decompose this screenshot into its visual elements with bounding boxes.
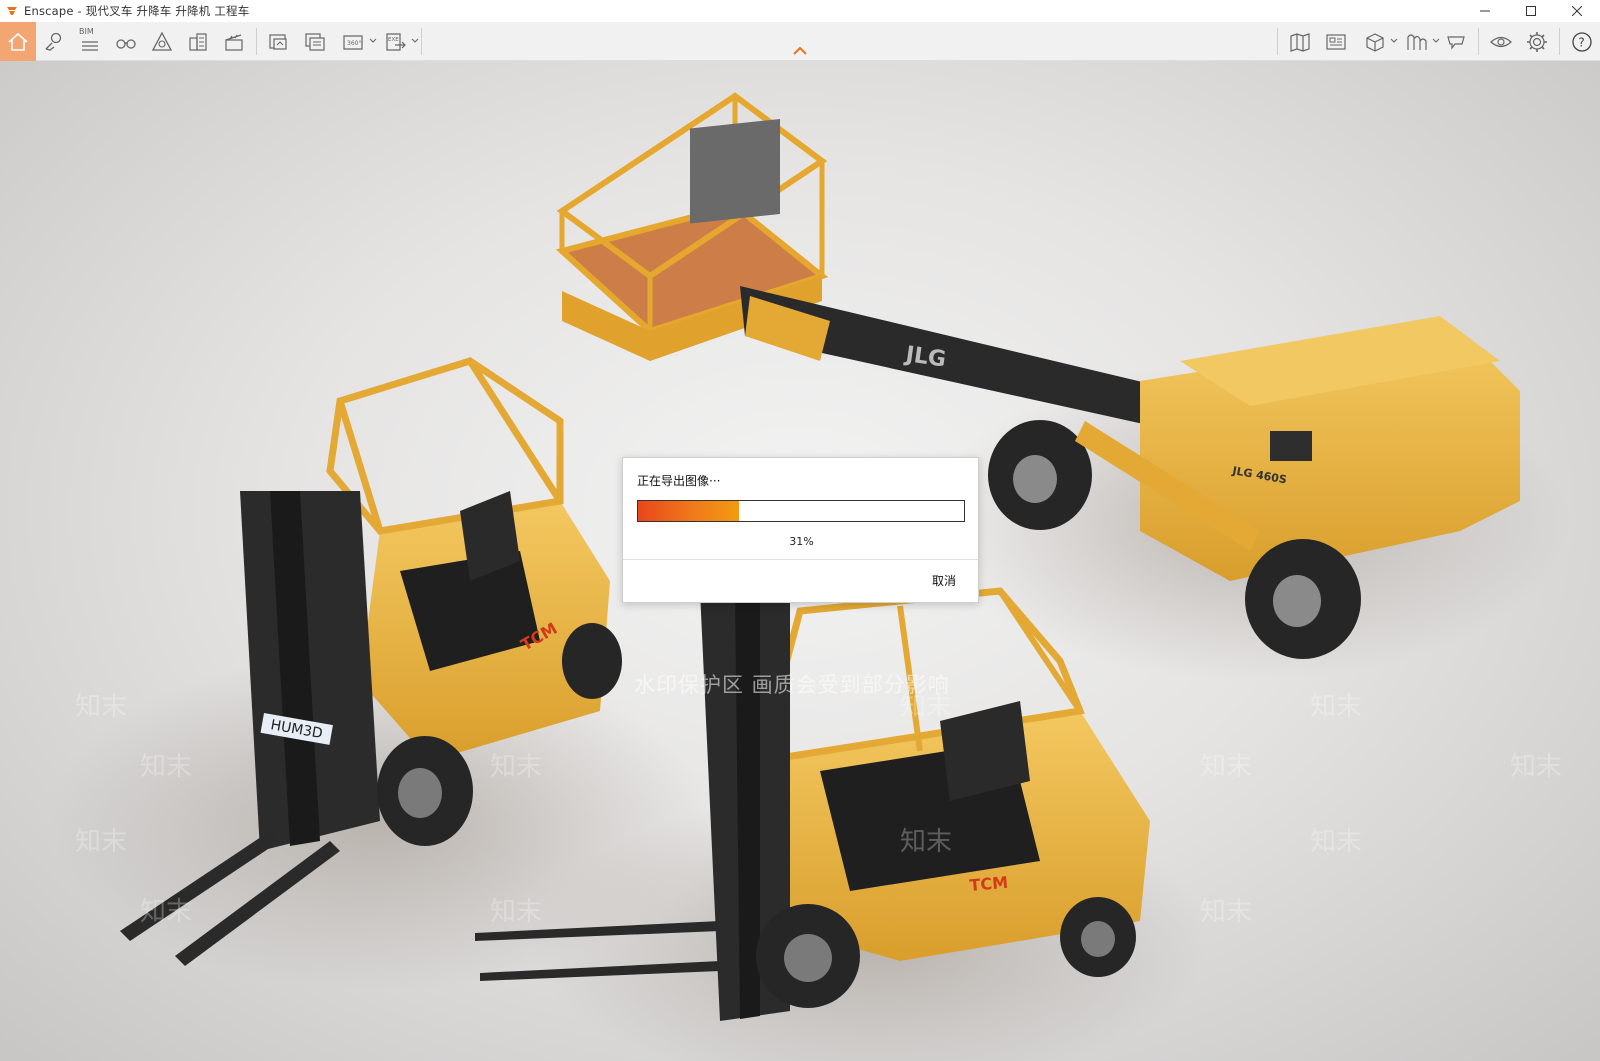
batch-render-button[interactable] bbox=[297, 22, 333, 61]
exe-label: EXE bbox=[388, 37, 399, 43]
close-button[interactable] bbox=[1554, 0, 1600, 22]
enscape-logo-icon bbox=[5, 4, 19, 18]
help-icon: ? bbox=[1572, 31, 1592, 52]
material-cube-icon bbox=[1366, 32, 1384, 52]
bim-button[interactable]: BIM bbox=[72, 22, 108, 61]
objects-button[interactable] bbox=[180, 22, 216, 61]
toolbar-separator bbox=[1478, 28, 1479, 55]
views-button[interactable] bbox=[36, 22, 72, 61]
help-button[interactable]: ? bbox=[1564, 22, 1600, 61]
window-title: Enscape - 现代叉车 升降车 升降机 工程车 bbox=[24, 4, 250, 18]
bim-label: BIM bbox=[79, 27, 94, 36]
progress-percent-label: 31% bbox=[789, 535, 814, 548]
map-icon bbox=[1290, 32, 1310, 52]
settings-button[interactable] bbox=[1519, 22, 1555, 61]
buildings-icon bbox=[189, 32, 207, 51]
dialog-title: 正在导出图像··· bbox=[637, 474, 721, 488]
toolbar-separator bbox=[421, 28, 422, 55]
cancel-button[interactable]: 取消 bbox=[932, 572, 956, 589]
toolbar-separator bbox=[256, 28, 257, 55]
progress-bar-fill bbox=[638, 501, 740, 521]
feedback-icon bbox=[1447, 35, 1465, 50]
panorama-label: 360° bbox=[347, 40, 361, 47]
collaboration-button[interactable] bbox=[1396, 22, 1440, 61]
maximize-button[interactable] bbox=[1508, 0, 1554, 22]
orthographic-button[interactable] bbox=[108, 22, 144, 61]
collaboration-icon bbox=[1407, 33, 1427, 50]
export-progress-dialog: 正在导出图像··· 31% 取消 bbox=[622, 457, 979, 603]
toolbar-separator bbox=[1559, 28, 1560, 55]
visual-settings-button[interactable] bbox=[1483, 22, 1519, 61]
map-button[interactable] bbox=[1282, 22, 1318, 61]
map-pin-icon bbox=[45, 32, 62, 51]
screenshot-icon bbox=[269, 33, 287, 50]
material-editor-button[interactable] bbox=[1354, 22, 1398, 61]
toolbar-separator bbox=[1277, 28, 1278, 55]
collapse-toolbar-icon[interactable] bbox=[792, 46, 808, 56]
home-button[interactable] bbox=[0, 22, 36, 61]
exe-export-icon: EXE bbox=[386, 32, 406, 51]
chevron-down-icon bbox=[411, 38, 419, 43]
progress-bar bbox=[637, 500, 965, 522]
help-label: ? bbox=[1578, 35, 1584, 49]
binoculars-icon bbox=[116, 38, 136, 49]
toolbar-right-group: ? bbox=[1273, 22, 1600, 61]
screenshot-button[interactable] bbox=[261, 22, 297, 61]
window-controls bbox=[1462, 0, 1600, 22]
main-toolbar: BIM 360° EXE ? bbox=[0, 22, 1600, 61]
home-icon bbox=[8, 32, 28, 51]
feedback-button[interactable] bbox=[1438, 22, 1474, 61]
minimize-button[interactable] bbox=[1462, 0, 1508, 22]
asset-library-button[interactable] bbox=[1318, 22, 1354, 61]
asset-library-icon bbox=[1326, 33, 1346, 50]
title-bar: Enscape - 现代叉车 升降车 升降机 工程车 bbox=[0, 0, 1600, 22]
clapperboard-icon bbox=[225, 33, 243, 51]
panorama-360-icon: 360° bbox=[343, 34, 363, 50]
panorama-button[interactable]: 360° bbox=[333, 22, 377, 61]
batch-render-icon bbox=[305, 32, 325, 51]
forklift-right-brand-label: TCM bbox=[969, 873, 1009, 895]
atmosphere-icon bbox=[151, 31, 173, 51]
exe-export-button[interactable]: EXE bbox=[375, 22, 419, 61]
visual-settings-icon bbox=[1490, 36, 1512, 47]
settings-icon bbox=[1527, 31, 1547, 52]
video-editor-button[interactable] bbox=[216, 22, 252, 61]
toolbar-left-group: BIM 360° EXE bbox=[0, 22, 426, 61]
dialog-divider bbox=[623, 559, 978, 560]
atmosphere-button[interactable] bbox=[144, 22, 180, 61]
